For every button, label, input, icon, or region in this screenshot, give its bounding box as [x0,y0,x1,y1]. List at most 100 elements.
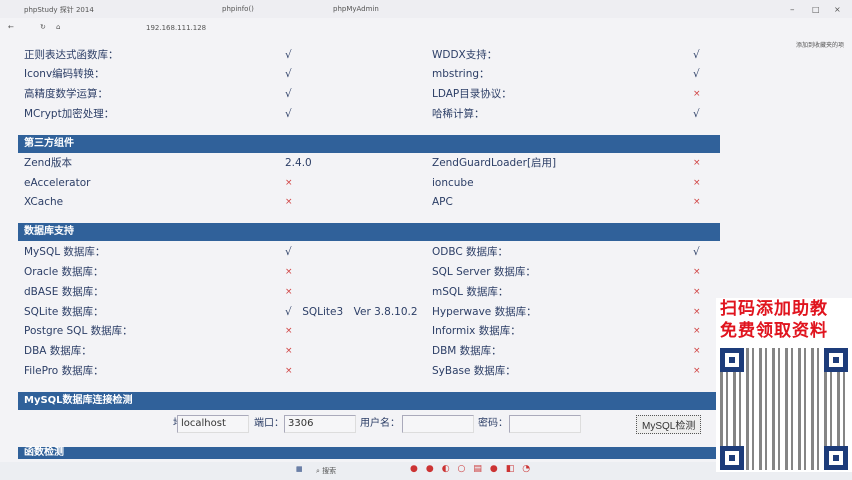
bookmark-folder[interactable]: 添加到收藏夹的项 [796,40,844,49]
info-label: LDAP目录协议： [432,88,512,100]
info-value: × [693,197,701,207]
taskbar-apps[interactable]: ●●◐○▤●◧◔ [410,464,538,474]
info-value: × [285,366,293,376]
info-label: APC [432,196,453,208]
info-value: × [285,287,293,297]
info-value: √ [285,108,292,120]
info-value: √ [693,49,700,61]
info-label: Hyperwave 数据库： [432,306,537,318]
section-header: MySQL数据库连接检测 [18,392,720,410]
info-row: 高精度数学运算： √ LDAP目录协议： × [18,84,720,104]
info-label: SyBase 数据库： [432,365,516,377]
tab-phpinfo[interactable]: phpinfo() [222,5,254,13]
info-row: dBASE 数据库： × mSQL 数据库： × [18,282,720,302]
info-value: 2.4.0 [285,157,312,169]
info-value: √ [285,68,292,80]
host-input[interactable]: localhost [177,415,249,433]
info-label: ODBC 数据库： [432,246,509,258]
info-value: × [285,326,293,336]
info-value: × [285,346,293,356]
section-header: 数据库支持 [18,223,720,241]
info-label: Informix 数据库： [432,325,521,337]
info-value: × [693,346,701,356]
info-label: SQL Server 数据库： [432,266,536,278]
user-input[interactable] [402,415,474,433]
info-label: DBA 数据库： [24,345,92,357]
info-row: eAccelerator × ioncube × [18,173,720,193]
section-header: 第三方组件 [18,135,720,153]
info-value: × [693,307,701,317]
port-label: 端口： [254,418,284,429]
info-value: √ [693,108,700,120]
info-label: 高精度数学运算： [24,88,108,100]
info-row: Iconv编码转换： √ mbstring： √ [18,64,720,84]
info-value: × [693,89,701,99]
tab-bar: phpStudy 探针 2014 phpinfo() phpMyAdmin – … [0,0,852,18]
info-value: × [693,366,701,376]
info-label: MCrypt加密处理： [24,108,115,120]
info-label: SQLite 数据库： [24,306,104,318]
info-value: × [693,326,701,336]
info-row: Zend版本 2.4.0 ZendGuardLoader[启用] × [18,153,720,173]
refresh-icon[interactable]: ↻ [40,23,46,31]
info-value: × [285,267,293,277]
info-value: √ SQLite3 Ver 3.8.10.2 [285,306,418,318]
info-label: mbstring： [432,68,490,80]
section-header: 函数检测 [18,447,720,459]
user-label: 用户名： [360,418,400,429]
info-label: ioncube [432,177,474,189]
info-label: 正则表达式函数库： [24,49,119,61]
info-row: FilePro 数据库： × SyBase 数据库： × [18,361,720,381]
info-label: FilePro 数据库： [24,365,104,377]
info-value: × [693,178,701,188]
info-value: × [693,287,701,297]
info-value: √ [693,246,700,258]
info-label: eAccelerator [24,177,91,189]
info-row: MySQL 数据库： √ ODBC 数据库： √ [18,242,720,262]
info-value: √ [285,49,292,61]
qr-finder [824,348,848,372]
info-value: × [693,267,701,277]
info-label: ZendGuardLoader[启用] [432,157,557,169]
qr-finder [720,446,744,470]
taskbar-search[interactable]: ⌕ 搜索 [316,466,336,476]
ad-line1: 扫码添加助教 [720,299,828,319]
ad-line2: 免费领取资料 [720,321,828,341]
info-row: DBA 数据库： × DBM 数据库： × [18,341,720,361]
info-label: 哈稀计算： [432,108,485,120]
info-label: MySQL 数据库： [24,246,106,258]
maximize-icon[interactable]: □ [812,5,820,14]
password-input[interactable] [509,415,581,433]
url-text[interactable]: 192.168.111.128 [146,24,206,32]
address-bar[interactable]: ← ↻ ⌂ 192.168.111.128 [0,18,852,38]
start-icon[interactable]: ▦ [296,465,303,473]
mysql-check-button[interactable]: MySQL检测 [636,415,702,434]
qr-finder [824,446,848,470]
password-label: 密码： [478,418,508,429]
info-row: SQLite 数据库： √ SQLite3 Ver 3.8.10.2 Hyperwa… [18,302,720,322]
info-label: Zend版本 [24,157,72,169]
tab-phpstudy[interactable]: phpStudy 探针 2014 [24,5,94,15]
qr-finder [720,348,744,372]
qr-ad: 扫码添加助教 免费领取资料 [716,298,852,472]
close-icon[interactable]: × [834,5,841,14]
back-icon[interactable]: ← [8,23,14,31]
info-label: Oracle 数据库： [24,266,104,278]
info-value: √ [693,68,700,80]
info-label: Postgre SQL 数据库： [24,325,133,337]
port-input[interactable]: 3306 [284,415,356,433]
info-value: √ [285,246,292,258]
info-label: Iconv编码转换： [24,68,105,80]
info-row: MCrypt加密处理： √ 哈稀计算： √ [18,104,720,124]
info-row: 正则表达式函数库： √ WDDX支持： √ [18,45,720,65]
minimize-icon[interactable]: – [790,5,795,15]
search-label: 搜索 [322,467,337,475]
info-value: √ [285,88,292,100]
info-row: Postgre SQL 数据库： × Informix 数据库： × [18,321,720,341]
info-row: Oracle 数据库： × SQL Server 数据库： × [18,262,720,282]
info-value: × [693,158,701,168]
info-label: WDDX支持： [432,49,498,61]
home-icon[interactable]: ⌂ [56,23,60,31]
tab-phpmyadmin[interactable]: phpMyAdmin [333,5,379,13]
info-label: mSQL 数据库： [432,286,509,298]
